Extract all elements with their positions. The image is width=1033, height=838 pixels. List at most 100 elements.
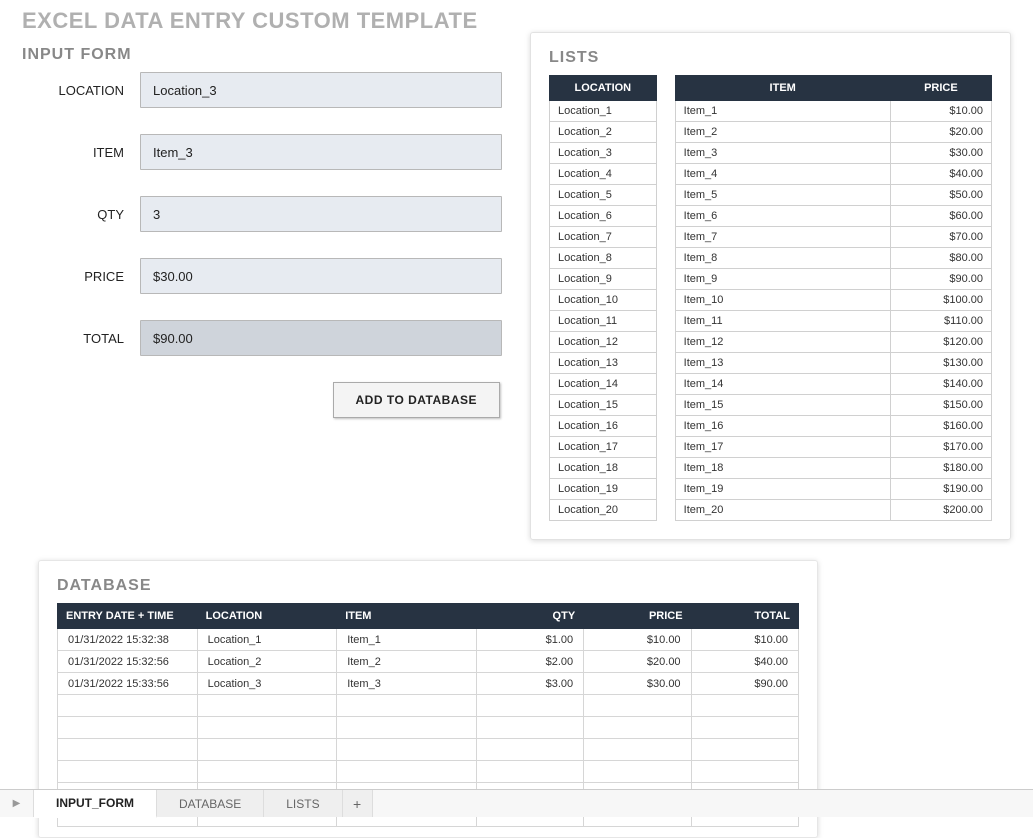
item-cell[interactable]: Item_11: [675, 311, 890, 332]
price-cell[interactable]: $10.00: [890, 101, 991, 122]
db-cell-empty[interactable]: [476, 761, 583, 783]
item-input[interactable]: Item_3: [140, 134, 502, 170]
item-cell[interactable]: Item_12: [675, 332, 890, 353]
item-cell[interactable]: Item_10: [675, 290, 890, 311]
location-cell[interactable]: Location_10: [550, 290, 657, 311]
price-cell[interactable]: $50.00: [890, 185, 991, 206]
db-cell-empty[interactable]: [197, 761, 337, 783]
item-cell[interactable]: Item_14: [675, 374, 890, 395]
db-cell-empty[interactable]: [691, 717, 798, 739]
db-cell-empty[interactable]: [58, 761, 198, 783]
db-cell-empty[interactable]: [58, 717, 198, 739]
item-cell[interactable]: Item_3: [675, 143, 890, 164]
tab-database[interactable]: DATABASE: [157, 790, 264, 817]
item-cell[interactable]: Item_20: [675, 500, 890, 521]
location-cell[interactable]: Location_12: [550, 332, 657, 353]
db-cell-empty[interactable]: [691, 761, 798, 783]
db-cell-empty[interactable]: [58, 739, 198, 761]
location-cell[interactable]: Location_15: [550, 395, 657, 416]
db-cell-empty[interactable]: [476, 739, 583, 761]
item-cell[interactable]: Item_2: [675, 122, 890, 143]
location-cell[interactable]: Location_3: [550, 143, 657, 164]
location-cell[interactable]: Location_18: [550, 458, 657, 479]
location-cell[interactable]: Location_7: [550, 227, 657, 248]
db-cell-qty[interactable]: $1.00: [476, 629, 583, 651]
location-cell[interactable]: Location_13: [550, 353, 657, 374]
item-cell[interactable]: Item_7: [675, 227, 890, 248]
db-cell-location[interactable]: Location_3: [197, 673, 337, 695]
location-cell[interactable]: Location_16: [550, 416, 657, 437]
price-cell[interactable]: $110.00: [890, 311, 991, 332]
price-cell[interactable]: $60.00: [890, 206, 991, 227]
location-cell[interactable]: Location_17: [550, 437, 657, 458]
db-cell-location[interactable]: Location_1: [197, 629, 337, 651]
item-cell[interactable]: Item_6: [675, 206, 890, 227]
tab-input_form[interactable]: INPUT_FORM: [34, 790, 157, 818]
location-cell[interactable]: Location_5: [550, 185, 657, 206]
item-cell[interactable]: Item_18: [675, 458, 890, 479]
db-cell-empty[interactable]: [584, 761, 691, 783]
db-cell-empty[interactable]: [476, 695, 583, 717]
db-cell-location[interactable]: Location_2: [197, 651, 337, 673]
db-cell-qty[interactable]: $3.00: [476, 673, 583, 695]
db-cell-empty[interactable]: [197, 717, 337, 739]
db-cell-entry[interactable]: 01/31/2022 15:32:38: [58, 629, 198, 651]
db-cell-empty[interactable]: [337, 739, 477, 761]
db-cell-empty[interactable]: [58, 695, 198, 717]
price-cell[interactable]: $140.00: [890, 374, 991, 395]
price-cell[interactable]: $120.00: [890, 332, 991, 353]
price-cell[interactable]: $130.00: [890, 353, 991, 374]
price-cell[interactable]: $90.00: [890, 269, 991, 290]
db-cell-empty[interactable]: [584, 739, 691, 761]
db-cell-entry[interactable]: 01/31/2022 15:32:56: [58, 651, 198, 673]
db-cell-item[interactable]: Item_2: [337, 651, 477, 673]
db-cell-total[interactable]: $90.00: [691, 673, 798, 695]
location-cell[interactable]: Location_4: [550, 164, 657, 185]
location-cell[interactable]: Location_6: [550, 206, 657, 227]
db-cell-empty[interactable]: [476, 717, 583, 739]
item-cell[interactable]: Item_1: [675, 101, 890, 122]
qty-input[interactable]: 3: [140, 196, 502, 232]
item-cell[interactable]: Item_5: [675, 185, 890, 206]
price-cell[interactable]: $40.00: [890, 164, 991, 185]
db-cell-empty[interactable]: [337, 761, 477, 783]
db-cell-entry[interactable]: 01/31/2022 15:33:56: [58, 673, 198, 695]
location-cell[interactable]: Location_20: [550, 500, 657, 521]
item-cell[interactable]: Item_9: [675, 269, 890, 290]
db-cell-item[interactable]: Item_1: [337, 629, 477, 651]
db-cell-empty[interactable]: [197, 739, 337, 761]
location-cell[interactable]: Location_11: [550, 311, 657, 332]
db-cell-empty[interactable]: [691, 739, 798, 761]
price-cell[interactable]: $200.00: [890, 500, 991, 521]
item-cell[interactable]: Item_8: [675, 248, 890, 269]
db-cell-item[interactable]: Item_3: [337, 673, 477, 695]
item-cell[interactable]: Item_19: [675, 479, 890, 500]
db-cell-qty[interactable]: $2.00: [476, 651, 583, 673]
db-cell-price[interactable]: $20.00: [584, 651, 691, 673]
item-cell[interactable]: Item_15: [675, 395, 890, 416]
db-cell-total[interactable]: $10.00: [691, 629, 798, 651]
db-cell-price[interactable]: $10.00: [584, 629, 691, 651]
location-cell[interactable]: Location_8: [550, 248, 657, 269]
db-cell-empty[interactable]: [197, 695, 337, 717]
price-cell[interactable]: $160.00: [890, 416, 991, 437]
price-cell[interactable]: $100.00: [890, 290, 991, 311]
tab-nav-icon[interactable]: ▶: [0, 790, 34, 817]
db-cell-empty[interactable]: [584, 695, 691, 717]
location-cell[interactable]: Location_9: [550, 269, 657, 290]
db-cell-empty[interactable]: [337, 695, 477, 717]
db-cell-total[interactable]: $40.00: [691, 651, 798, 673]
tab-lists[interactable]: LISTS: [264, 790, 342, 817]
db-cell-empty[interactable]: [337, 717, 477, 739]
db-cell-empty[interactable]: [584, 717, 691, 739]
price-cell[interactable]: $30.00: [890, 143, 991, 164]
price-cell[interactable]: $150.00: [890, 395, 991, 416]
price-cell[interactable]: $180.00: [890, 458, 991, 479]
item-cell[interactable]: Item_4: [675, 164, 890, 185]
location-cell[interactable]: Location_2: [550, 122, 657, 143]
price-input[interactable]: $30.00: [140, 258, 502, 294]
location-cell[interactable]: Location_14: [550, 374, 657, 395]
db-cell-empty[interactable]: [691, 695, 798, 717]
location-cell[interactable]: Location_1: [550, 101, 657, 122]
price-cell[interactable]: $190.00: [890, 479, 991, 500]
